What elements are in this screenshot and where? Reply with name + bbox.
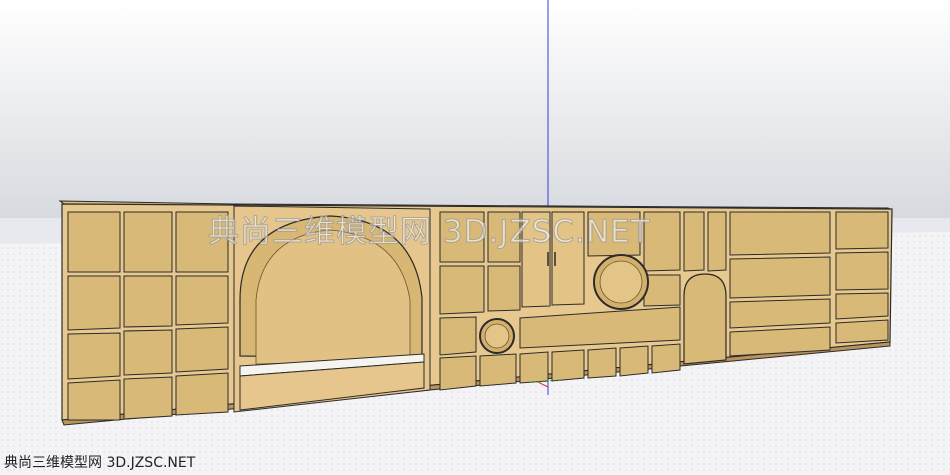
model-viewport[interactable]: 典尚三维模型网 3D.JZSC.NET 典尚三维模型网 3D.JZSC.NET [0, 0, 950, 475]
round-window-small-inner [484, 323, 510, 349]
right-long-shelves [729, 211, 831, 357]
sky-background [0, 0, 950, 220]
left-cubby-block [67, 211, 229, 421]
right-tall-unit [835, 211, 889, 344]
round-window-large-inner [599, 260, 643, 304]
watermark-footer: 典尚三维模型网 3D.JZSC.NET [4, 455, 196, 471]
small-arch-niche [683, 273, 727, 365]
watermark-overlay: 典尚三维模型网 3D.JZSC.NET [208, 214, 651, 251]
